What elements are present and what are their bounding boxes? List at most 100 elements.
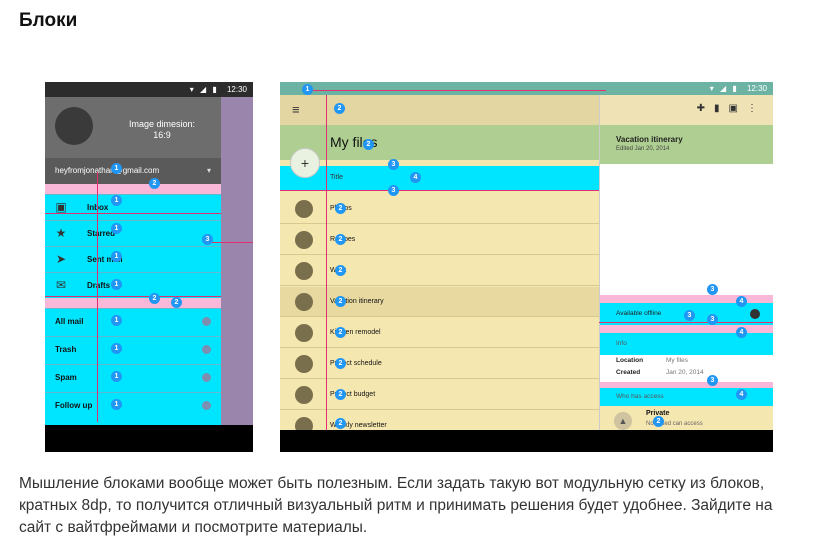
detail-header: Vacation itinerary Edited Jan 20, 2014 xyxy=(600,125,773,164)
drawer-item-spam[interactable]: Spam xyxy=(45,364,221,389)
marker-badge: 2 xyxy=(363,139,374,150)
send-icon: ➤ xyxy=(55,252,67,266)
status-icons: ▾ ◢ ▮ xyxy=(189,85,219,94)
phone-status-time: 12:30 xyxy=(226,85,247,94)
move-folder-icon[interactable]: ▣ xyxy=(729,103,747,114)
marker-badge: 3 xyxy=(707,284,718,295)
account-switcher[interactable]: heyfromjonathan@gmail.com ▾ xyxy=(45,158,221,184)
account-email: heyfromjonathan@gmail.com xyxy=(55,166,160,175)
marker-badge: 3 xyxy=(388,185,399,196)
marker-badge: 2 xyxy=(335,265,346,276)
info-row: Info xyxy=(600,333,773,355)
who-has-access-row: Who has access xyxy=(600,388,773,406)
list-item[interactable]: Project budget xyxy=(280,380,599,410)
spacing-band xyxy=(600,295,773,303)
keyline xyxy=(599,322,773,323)
who-has-access-label: Who has access xyxy=(616,393,664,400)
image-dimension-line1: Image dimesion: xyxy=(128,119,196,129)
marker-badge: 4 xyxy=(736,296,747,307)
drawer-item-label: Trash xyxy=(55,345,77,354)
drawer-item-drafts[interactable]: ✉ Drafts xyxy=(45,272,221,297)
marker-badge: 1 xyxy=(111,279,122,290)
marker-badge: 2 xyxy=(149,293,160,304)
tablet-status-time: 12:30 xyxy=(746,84,767,93)
marker-badge: 2 xyxy=(335,203,346,214)
marker-badge: 1 xyxy=(111,371,122,382)
file-avatar xyxy=(295,262,313,280)
marker-badge: 3 xyxy=(684,310,695,321)
spacing-band xyxy=(600,325,773,333)
file-avatar xyxy=(295,293,313,311)
marker-badge: 1 xyxy=(111,195,122,206)
section-heading: Блоки xyxy=(19,10,78,31)
inbox-icon: ▣ xyxy=(55,200,67,214)
file-avatar xyxy=(295,386,313,404)
spacing-band xyxy=(45,298,221,308)
spacing-band xyxy=(45,184,221,194)
location-row: Location My files xyxy=(616,357,688,364)
drawer-item-all-mail[interactable]: All mail xyxy=(45,308,221,333)
app-bar: My files xyxy=(280,125,599,160)
file-avatar xyxy=(295,200,313,218)
marker-badge: 4 xyxy=(736,389,747,400)
marker-badge: 4 xyxy=(736,327,747,338)
drawer-item-sent-mail[interactable]: ➤ Sent mail xyxy=(45,246,221,271)
info-icon xyxy=(202,345,211,354)
drawer-item-starred[interactable]: ★ Starred xyxy=(45,220,221,245)
created-label: Created xyxy=(616,369,641,376)
phone-navigation-bar xyxy=(45,425,253,452)
info-icon xyxy=(202,317,211,326)
marker-badge: 3 xyxy=(202,234,213,245)
info-icon xyxy=(202,373,211,382)
add-fab-button[interactable]: + xyxy=(290,148,320,178)
marker-badge: 2 xyxy=(653,416,664,427)
created-row: Created Jan 20, 2014 xyxy=(616,369,704,376)
detail-subtitle: Edited Jan 20, 2014 xyxy=(616,146,670,152)
marker-badge: 1 xyxy=(302,84,313,95)
marker-badge: 2 xyxy=(335,327,346,338)
marker-badge: 1 xyxy=(111,399,122,410)
keyline xyxy=(45,296,221,297)
body-paragraph: Мышление блоками вообще может быть полез… xyxy=(19,475,773,536)
navigation-drawer: Image dimesion: 16:9 heyfromjonathan@gma… xyxy=(45,97,221,452)
offline-toggle[interactable] xyxy=(750,309,760,319)
marker-badge: 2 xyxy=(335,389,346,400)
menu-icon[interactable]: ≡ xyxy=(292,102,300,117)
phone-mockup: ▾ ◢ ▮ 12:30 Image dimesion: 16:9 heyfrom… xyxy=(45,82,253,452)
keyline xyxy=(97,172,98,422)
delete-icon[interactable]: ▮ xyxy=(714,103,729,114)
drawer-item-label: Drafts xyxy=(87,281,111,290)
keyline xyxy=(280,190,599,191)
marker-badge: 3 xyxy=(388,159,399,170)
list-item-selected[interactable]: Vacation itinerary xyxy=(280,287,599,317)
marker-badge: 2 xyxy=(171,297,182,308)
list-item[interactable]: Work xyxy=(280,256,599,286)
drawer-item-label: All mail xyxy=(55,317,84,326)
keyline xyxy=(326,95,327,430)
add-person-icon[interactable]: ✚ xyxy=(697,103,714,114)
drawer-item-inbox[interactable]: ▣ Inbox xyxy=(45,194,221,219)
status-icons: ▾ ◢ ▮ xyxy=(709,84,739,93)
toolbar-actions[interactable]: ✚▮▣⋮ xyxy=(697,103,766,114)
list-item[interactable]: Recipes xyxy=(280,225,599,255)
list-item[interactable]: Kitchen remodel xyxy=(280,318,599,348)
location-label: Location xyxy=(616,357,644,364)
detail-pane: ✚▮▣⋮ Vacation itinerary Edited Jan 20, 2… xyxy=(599,95,773,452)
marker-badge: 4 xyxy=(410,172,421,183)
list-item[interactable]: Project schedule xyxy=(280,349,599,379)
detail-title: Vacation itinerary xyxy=(616,135,683,144)
avatar[interactable] xyxy=(55,107,93,145)
chevron-down-icon[interactable]: ▾ xyxy=(207,158,211,184)
section-title: Title xyxy=(280,166,599,190)
drawer-header: Image dimesion: 16:9 xyxy=(45,97,221,158)
drawer-item-label: Follow up xyxy=(55,401,93,410)
drawer-item-follow-up[interactable]: Follow up xyxy=(45,392,221,417)
more-vert-icon[interactable]: ⋮ xyxy=(747,103,766,114)
list-item[interactable]: Photos xyxy=(280,194,599,224)
tablet-navigation-bar xyxy=(280,430,773,452)
marker-badge: 2 xyxy=(335,358,346,369)
drawer-item-trash[interactable]: Trash xyxy=(45,336,221,361)
created-value: Jan 20, 2014 xyxy=(666,369,704,376)
tablet-status-bar: ▾ ◢ ▮ 12:30 xyxy=(280,82,773,95)
marker-badge: 1 xyxy=(111,315,122,326)
